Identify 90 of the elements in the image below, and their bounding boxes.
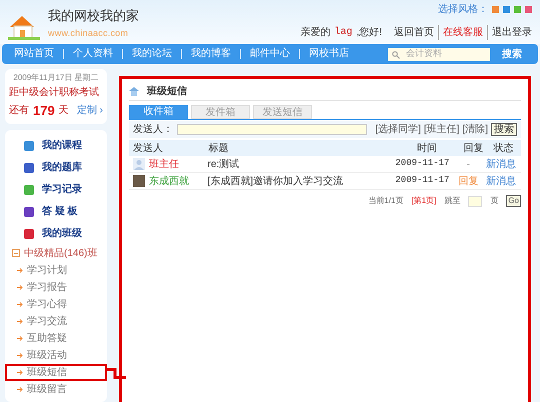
tab[interactable]: 发件箱	[191, 105, 250, 119]
arrow-icon	[17, 318, 23, 324]
greeting-suffix: ,您好!	[356, 26, 382, 40]
nav-link[interactable]: 个人资料	[63, 49, 113, 59]
tab[interactable]: 收件箱	[129, 105, 188, 119]
tree-item[interactable]: 班级短信	[5, 364, 107, 380]
style-swatch[interactable]	[525, 6, 532, 13]
filter-link[interactable]: [班主任]	[424, 122, 460, 137]
style-swatch[interactable]	[514, 6, 521, 13]
go-button[interactable]: Go	[506, 195, 521, 207]
tree-item-label: 班级短信	[27, 366, 67, 380]
page-info: 当前1/1页	[368, 195, 404, 207]
tree-item[interactable]: 学习计划	[8, 262, 104, 278]
arrow-icon	[17, 370, 23, 374]
page-input[interactable]	[468, 196, 482, 206]
days-count: 179	[33, 102, 55, 120]
logo-title: 我的网校我的家	[48, 8, 139, 26]
style-swatch[interactable]	[503, 6, 510, 13]
tree-node[interactable]: 中级精品(146)班	[8, 244, 104, 262]
tree-item-label: 互助答疑	[27, 332, 67, 346]
search-button[interactable]: 搜索	[498, 46, 526, 62]
column-header: 时间	[416, 142, 438, 156]
custom-link[interactable]: 定制 ›	[76, 103, 103, 118]
menu-item[interactable]: 我的班级	[8, 222, 104, 244]
nav-link[interactable]: 网站首页	[14, 49, 54, 59]
arrow-icon	[17, 336, 23, 340]
column-header: 回复	[462, 142, 484, 156]
tree-item[interactable]: 学习报告	[8, 278, 104, 296]
message-time: 2009-11-17	[394, 174, 450, 188]
arrow-icon	[17, 284, 23, 290]
header-link[interactable]: 退出登录	[487, 25, 532, 40]
message-time: 2009-11-17	[394, 157, 450, 170]
menu-item[interactable]: 我的课程	[8, 134, 104, 156]
header-link[interactable]: 返回首页	[394, 25, 434, 40]
reply-cell[interactable]: 回复	[452, 174, 485, 188]
message-title[interactable]: re:测试	[208, 156, 393, 172]
search-field[interactable]: 会计资料	[388, 48, 490, 60]
arrow-icon	[17, 352, 23, 358]
style-swatch[interactable]	[492, 6, 499, 13]
page-link[interactable]: [第1页]	[411, 195, 436, 207]
filter-search-button[interactable]: 搜索	[491, 123, 517, 136]
message-title[interactable]: [东成西就]邀请你加入学习交流	[208, 174, 393, 188]
date-text: 2009年11月17日 星期二	[12, 72, 100, 84]
page-unit: 页	[490, 195, 498, 207]
user-name: lag	[334, 26, 352, 40]
status-cell-text: 新消息	[484, 158, 517, 172]
column-header: 状态	[492, 142, 514, 156]
tree-item-label: 学习计划	[27, 264, 67, 278]
greeting-prefix: 亲爱的	[300, 26, 330, 40]
nav-link[interactable]: 网校书店	[299, 49, 349, 59]
reply-cell-text: -	[466, 158, 471, 172]
jump-label: 跳至	[444, 195, 460, 207]
style-label: 选择风格：	[438, 2, 488, 17]
sender-name[interactable]: 东成西就	[149, 174, 189, 188]
filter-link[interactable]: [清除]	[462, 122, 488, 137]
sender-input[interactable]	[177, 124, 367, 135]
header-link[interactable]: 在线客服	[438, 25, 483, 40]
menu-item[interactable]: 我的题库	[8, 156, 104, 178]
filter-link[interactable]: [选择同学]	[375, 122, 421, 137]
nav-link[interactable]: 我的论坛	[122, 49, 172, 59]
tree-item[interactable]: 班级活动	[8, 346, 104, 364]
filter-label: 发送人：	[133, 123, 173, 137]
nav-link[interactable]: 我的博客	[181, 49, 231, 59]
tree-item[interactable]: 学习交流	[8, 312, 104, 330]
remain-prefix: 还有	[9, 104, 29, 118]
tree-item-label: 学习心得	[27, 298, 67, 312]
sender-name[interactable]: 班主任	[149, 156, 179, 172]
tree-label: 中级精品(146)班	[24, 246, 98, 260]
tree-item-label: 班级活动	[27, 348, 67, 362]
panel-title: 班级短信	[147, 84, 187, 99]
nav-link[interactable]: 邮件中心	[240, 49, 290, 59]
tree-item-label: 学习报告	[27, 280, 67, 294]
tab[interactable]: 发送短信	[253, 105, 312, 119]
remain-suffix: 天	[58, 104, 69, 118]
menu-item[interactable]: 答 疑 板	[8, 200, 104, 222]
status-cell-text: 新消息	[484, 174, 517, 188]
logo-url: www.chinaacc.com	[48, 26, 130, 40]
tree-item-label: 学习交流	[27, 314, 67, 328]
arrow-icon	[17, 386, 23, 392]
arrow-icon	[17, 302, 23, 306]
column-header: 发送人	[133, 142, 164, 156]
column-header: 标题	[208, 142, 230, 156]
arrow-icon	[17, 268, 23, 272]
menu-item[interactable]: 学习记录	[8, 178, 104, 200]
tree-item[interactable]: 互助答疑	[8, 330, 104, 346]
tree-item-label: 班级留言	[27, 382, 67, 396]
exam-name: 距中级会计职称考试	[9, 86, 100, 100]
search-icon	[392, 50, 400, 58]
tree-item[interactable]: 班级留言	[8, 380, 104, 398]
tree-item[interactable]: 学习心得	[8, 296, 104, 312]
